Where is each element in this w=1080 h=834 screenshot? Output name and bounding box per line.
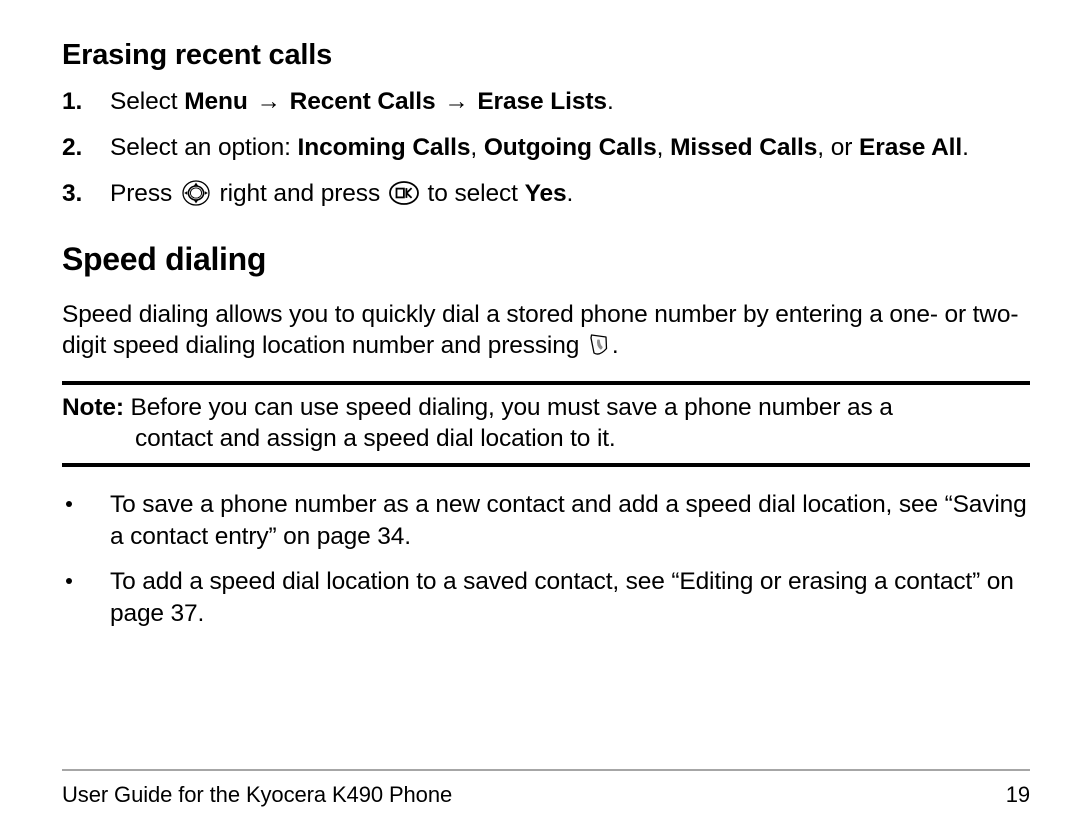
step-text-fragment: . bbox=[606, 87, 614, 115]
ok-key-icon bbox=[388, 180, 419, 205]
intro-text-end: . bbox=[611, 332, 619, 360]
note-line-1: Before you can use speed dialing, you mu… bbox=[123, 393, 893, 421]
missed-calls-label: Missed Calls bbox=[670, 133, 818, 161]
step-text-fragment: Select bbox=[110, 87, 185, 115]
numbered-step-list: 1. Select Menu → Recent Calls → Erase Li… bbox=[62, 87, 1030, 210]
yes-label: Yes bbox=[524, 179, 567, 207]
step-text-fragment: Select an option: bbox=[110, 133, 298, 161]
page-footer: User Guide for the Kyocera K490 Phone 19 bbox=[62, 769, 1030, 808]
incoming-calls-label: Incoming Calls bbox=[297, 133, 471, 161]
heading-erasing-recent-calls: Erasing recent calls bbox=[62, 39, 333, 71]
step-number: 2. bbox=[62, 133, 83, 161]
arrow-icon: → bbox=[249, 87, 288, 115]
step-item-1: 1. Select Menu → Recent Calls → Erase Li… bbox=[62, 87, 1030, 118]
step-number: 1. bbox=[62, 87, 83, 115]
navigation-key-icon bbox=[182, 179, 210, 206]
bullet-dot-icon bbox=[66, 501, 72, 508]
step-text-fragment: , bbox=[470, 133, 484, 161]
heading-speed-dialing: Speed dialing bbox=[62, 241, 267, 278]
step-text-fragment: , bbox=[656, 133, 671, 161]
menu-label: Menu bbox=[184, 87, 248, 115]
step-text-fragment: to select bbox=[420, 179, 525, 207]
outgoing-calls-label: Outgoing Calls bbox=[483, 133, 657, 161]
document-page: Erasing recent calls 1. Select Menu → Re… bbox=[62, 0, 1030, 834]
step-text: Press right and press to select Yes. bbox=[110, 180, 573, 207]
note-second-line: contact and assign a speed dial location… bbox=[135, 425, 616, 453]
step-text-fragment: . bbox=[566, 179, 574, 207]
note-first-line: Note: Before you can use speed dialing, … bbox=[62, 392, 1030, 424]
speed-dialing-intro-paragraph: Speed dialing allows you to quickly dial… bbox=[62, 278, 1030, 362]
note-block: Note: Before you can use speed dialing, … bbox=[62, 380, 1030, 468]
step-text-fragment: . bbox=[962, 133, 969, 161]
step-text: Select an option: Incoming Calls, Outgoi… bbox=[110, 134, 969, 161]
note-text: Note: Before you can use speed dialing, … bbox=[62, 385, 1030, 463]
bullet-text: To save a phone number as a new contact … bbox=[110, 491, 1027, 550]
step-text-fragment: , or bbox=[817, 133, 860, 161]
send-key-icon bbox=[587, 332, 611, 358]
footer-content: User Guide for the Kyocera K490 Phone 19 bbox=[62, 771, 1030, 808]
erase-all-label: Erase All bbox=[859, 133, 963, 161]
step-item-3: 3. Press right and press to select Yes. bbox=[62, 179, 1030, 210]
step-item-2: 2. Select an option: Incoming Calls, Out… bbox=[62, 133, 1030, 164]
bullet-dot-icon bbox=[66, 578, 72, 585]
footer-title: User Guide for the Kyocera K490 Phone bbox=[62, 782, 453, 807]
intro-text: Speed dialing allows you to quickly dial… bbox=[62, 300, 1019, 360]
step-text-fragment: Press bbox=[110, 179, 179, 207]
erase-lists-label: Erase Lists bbox=[477, 87, 607, 115]
bullet-text: To add a speed dial location to a saved … bbox=[110, 568, 1014, 627]
reference-bullet-list: To save a phone number as a new contact … bbox=[62, 467, 1030, 629]
recent-calls-label: Recent Calls bbox=[289, 87, 436, 115]
list-item: To add a speed dial location to a saved … bbox=[62, 566, 1030, 629]
step-text-fragment: right and press bbox=[212, 179, 387, 207]
step-number: 3. bbox=[62, 179, 83, 207]
step-text: Select Menu → Recent Calls → Erase Lists… bbox=[110, 88, 614, 115]
page-number: 19 bbox=[1005, 782, 1030, 807]
note-label: Note: bbox=[62, 393, 124, 421]
arrow-icon: → bbox=[437, 87, 476, 115]
list-item: To save a phone number as a new contact … bbox=[62, 489, 1030, 552]
